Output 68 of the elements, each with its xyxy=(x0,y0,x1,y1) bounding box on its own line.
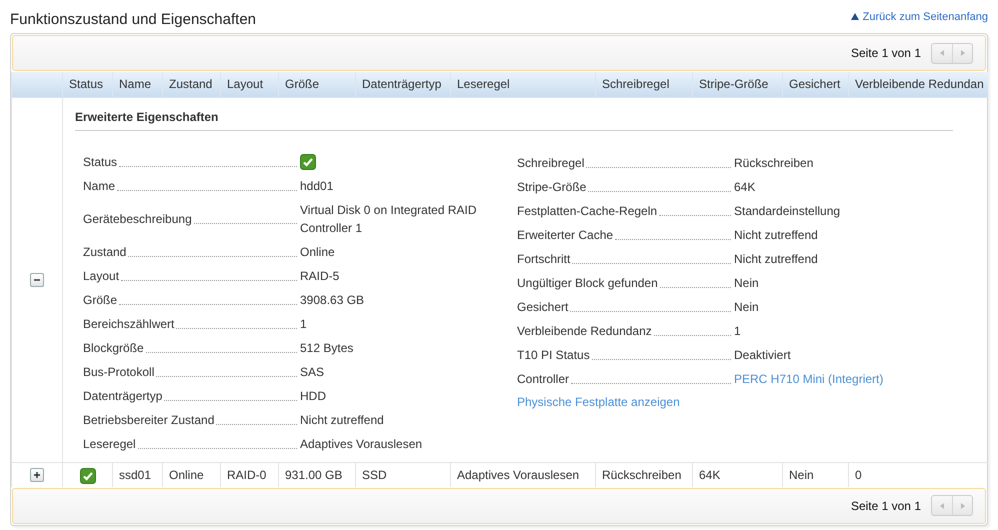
property-label: Verbleibende Redundanz xyxy=(517,322,652,340)
property-label: Gesichert xyxy=(517,298,568,316)
property-value: Nicht zutreffend xyxy=(734,252,818,266)
table-cell: Adaptives Vorauslesen xyxy=(450,462,596,486)
property-label: Betriebsbereiter Zustand xyxy=(83,412,214,429)
column-header[interactable]: Größe xyxy=(278,72,356,97)
table-cell: Online xyxy=(162,462,220,486)
table-cell: Nein xyxy=(782,462,848,486)
property-value: Deaktiviert xyxy=(734,348,791,362)
table-cell: 64K xyxy=(692,462,782,486)
property-label: Controller xyxy=(517,370,570,388)
section-title: Funktionszustand und Eigenschaften xyxy=(10,10,256,29)
property-label: Schreibregel xyxy=(517,154,584,172)
back-to-top-link[interactable]: Zurück zum Seitenanfang xyxy=(850,8,988,25)
property-value: HDD xyxy=(300,389,326,403)
table-cell: SSD xyxy=(356,462,450,486)
property-value: Nein xyxy=(734,300,759,314)
property-label: Größe xyxy=(83,292,118,309)
property-label: T10 PI Status xyxy=(517,346,590,364)
table-cell: RAID-0 xyxy=(220,462,278,486)
property-label: Layout xyxy=(83,268,120,285)
property-label: Gerätebeschreibung xyxy=(83,211,192,228)
property-value: Rückschreiben xyxy=(734,156,814,170)
table-cell: 931.00 GB xyxy=(278,462,356,486)
column-header[interactable]: Datenträgertyp xyxy=(356,72,450,97)
property-value: 3908.63 GB xyxy=(300,293,364,307)
details-heading: Erweiterte Eigenschaften xyxy=(75,108,953,130)
property-label: Datenträgertyp xyxy=(83,388,162,405)
property-value: 1 xyxy=(734,324,741,338)
page-indicator: Seite 1 von 1 xyxy=(850,45,921,62)
property-label: Blockgröße xyxy=(83,340,144,357)
table-cell: Rückschreiben xyxy=(596,462,692,486)
column-header[interactable]: Gesichert xyxy=(782,72,848,97)
column-header[interactable]: Schreibregel xyxy=(596,72,692,97)
column-header[interactable]: Leseregel xyxy=(450,72,596,97)
property-label: Bus-Protokoll xyxy=(83,364,154,381)
column-header[interactable]: Stripe-Größe xyxy=(692,72,782,97)
property-value: RAID-5 xyxy=(300,269,340,283)
property-value: hdd01 xyxy=(300,179,334,193)
property-label: Zustand xyxy=(83,244,126,261)
property-value: Nein xyxy=(734,276,759,290)
property-value: 64K xyxy=(734,180,756,194)
table-cell: 0 xyxy=(848,462,988,486)
property-value: Adaptives Vorauslesen xyxy=(300,437,422,451)
table-cell: ssd01 xyxy=(112,462,162,486)
column-header[interactable]: Status xyxy=(62,72,112,97)
column-header[interactable]: Name xyxy=(112,72,162,97)
property-value: 512 Bytes xyxy=(300,341,354,355)
property-value: Online xyxy=(300,245,335,259)
column-header[interactable]: Layout xyxy=(220,72,278,97)
property-value: SAS xyxy=(300,365,324,379)
property-label: Status xyxy=(83,154,118,172)
column-header[interactable]: Zustand xyxy=(162,72,220,97)
property-label: Leseregel xyxy=(83,436,136,453)
property-label: Festplatten-Cache-Regeln xyxy=(517,202,658,220)
property-label: Bereichszählwert xyxy=(83,316,174,333)
property-label: Fortschritt xyxy=(517,250,570,268)
property-value: Nicht zutreffend xyxy=(734,228,818,242)
property-value: Standardeinstellung xyxy=(734,204,840,218)
property-value: Virtual Disk 0 on Integrated RAID Controller 1 xyxy=(300,203,477,235)
property-label: Erweiterter Cache xyxy=(517,226,614,244)
column-header[interactable]: Verbleibende Redundan xyxy=(848,72,988,97)
property-label: Ungültiger Block gefunden xyxy=(517,274,658,292)
page-indicator: Seite 1 von 1 xyxy=(850,498,921,514)
property-label: Name xyxy=(83,178,116,195)
property-label: Stripe-Größe xyxy=(517,178,586,196)
property-value: Nicht zutreffend xyxy=(300,413,384,427)
property-value: 1 xyxy=(300,317,307,331)
